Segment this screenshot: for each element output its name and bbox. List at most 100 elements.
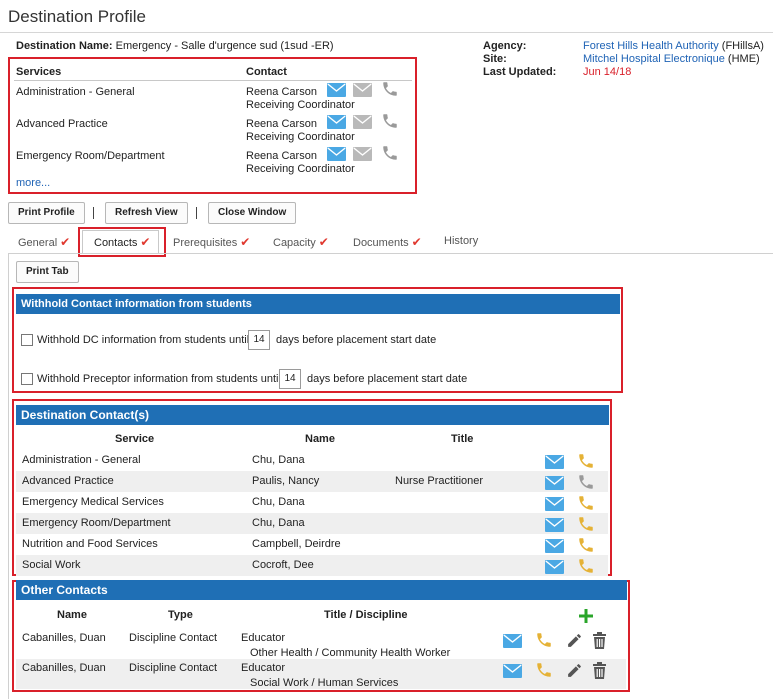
- service-name: Advanced Practice: [16, 118, 108, 130]
- oc-type-column-header: Type: [168, 609, 193, 621]
- oc-title: Educator: [241, 632, 286, 644]
- mail-icon[interactable]: [545, 455, 564, 469]
- tab-capacity[interactable]: Capacity ✔: [273, 235, 329, 249]
- add-contact-plus-icon[interactable]: [579, 609, 593, 623]
- checkmark-icon: ✔: [140, 235, 151, 249]
- withhold-dc-checkbox[interactable]: [21, 334, 33, 346]
- tab-label: History: [444, 235, 479, 247]
- oc-name: Cabanilles, Duan: [22, 662, 106, 674]
- tab-general[interactable]: General ✔: [18, 235, 70, 249]
- print-tab-button[interactable]: Print Tab: [16, 261, 79, 283]
- mail-icon[interactable]: [327, 147, 346, 161]
- contact-role: Receiving Coordinator: [246, 99, 355, 111]
- mail-icon[interactable]: [503, 634, 522, 648]
- services-more-link[interactable]: more...: [16, 177, 50, 189]
- mail-icon[interactable]: [545, 539, 564, 553]
- site-link[interactable]: Mitchel Hospital Electronique: [583, 53, 725, 65]
- page-title: Destination Profile: [8, 7, 146, 26]
- contact-role: Receiving Coordinator: [246, 163, 355, 175]
- phone-icon[interactable]: [577, 536, 595, 554]
- phone-icon[interactable]: [381, 80, 399, 98]
- dc-name: Chu, Dana: [252, 496, 305, 508]
- dc-title: Nurse Practitioner: [395, 475, 484, 487]
- edit-pencil-icon[interactable]: [566, 632, 583, 649]
- oc-type: Discipline Contact: [129, 662, 218, 674]
- phone-icon[interactable]: [381, 112, 399, 130]
- mail-icon[interactable]: [545, 476, 564, 490]
- tab-label: Prerequisites: [173, 237, 238, 249]
- withhold-preceptor-days-input[interactable]: 14: [279, 369, 301, 389]
- phone-icon[interactable]: [577, 515, 595, 533]
- tab-prerequisites[interactable]: Prerequisites ✔: [173, 235, 250, 249]
- print-profile-button[interactable]: Print Profile: [8, 202, 85, 224]
- mail-icon[interactable]: [327, 83, 346, 97]
- oc-title-column-header: Title / Discipline: [324, 609, 408, 621]
- delete-trash-icon[interactable]: [592, 662, 607, 679]
- tab-contacts[interactable]: Contacts ✔: [94, 235, 150, 249]
- title-divider: [0, 32, 773, 33]
- destination-name-value: Emergency - Salle d'urgence sud (1sud -E…: [115, 40, 334, 52]
- site-label: Site:: [483, 53, 507, 65]
- edit-pencil-icon[interactable]: [566, 662, 583, 679]
- last-updated-value: Jun 14/18: [583, 66, 632, 78]
- withhold-dc-text: Withhold DC information from students un…: [37, 334, 250, 346]
- tab-label: General: [18, 237, 58, 249]
- content-frame-left: [8, 253, 9, 699]
- phone-icon[interactable]: [535, 631, 553, 649]
- destination-contacts-header: Destination Contact(s): [16, 405, 609, 425]
- refresh-view-button[interactable]: Refresh View: [105, 202, 188, 224]
- tab-documents[interactable]: Documents ✔: [353, 235, 422, 249]
- mail-icon[interactable]: [503, 664, 522, 678]
- tab-history[interactable]: History: [444, 235, 478, 247]
- destination-name-line: Destination Name: Emergency - Salle d'ur…: [16, 40, 334, 52]
- mail-icon[interactable]: [353, 115, 372, 129]
- mail-icon[interactable]: [545, 497, 564, 511]
- checkmark-icon: ✔: [411, 235, 422, 249]
- dc-name: Chu, Dana: [252, 517, 305, 529]
- withhold-preceptor-text: Withhold Preceptor information from stud…: [37, 373, 281, 385]
- dc-service: Nutrition and Food Services: [22, 538, 158, 550]
- phone-icon[interactable]: [577, 473, 595, 491]
- site-code: (HME): [727, 53, 760, 65]
- agency-label: Agency:: [483, 40, 527, 52]
- tab-label: Capacity: [273, 237, 316, 249]
- withhold-dc-suffix: days before placement start date: [276, 334, 437, 346]
- oc-discipline: Other Health / Community Health Worker: [250, 647, 451, 659]
- mail-icon[interactable]: [545, 560, 564, 574]
- agency-code: (FHillsA): [721, 40, 764, 52]
- close-window-button[interactable]: Close Window: [208, 202, 297, 224]
- contact-name: Reena Carson: [246, 118, 317, 130]
- dc-name-column-header: Name: [305, 433, 335, 445]
- mail-icon[interactable]: [353, 83, 372, 97]
- delete-trash-icon[interactable]: [592, 632, 607, 649]
- withhold-dc-days-input[interactable]: 14: [248, 330, 270, 350]
- dc-service: Administration - General: [22, 454, 141, 466]
- mail-icon[interactable]: [327, 115, 346, 129]
- phone-icon[interactable]: [535, 661, 553, 679]
- destination-name-label: Destination Name:: [16, 40, 113, 52]
- dc-service: Advanced Practice: [22, 475, 114, 487]
- contact-column-header: Contact: [246, 66, 287, 78]
- service-name: Emergency Room/Department: [16, 150, 165, 162]
- agency-line: Forest Hills Health Authority (FHillsA): [583, 40, 764, 52]
- oc-discipline: Social Work / Human Services: [250, 677, 399, 689]
- contact-name: Reena Carson: [246, 86, 317, 98]
- oc-name: Cabanilles, Duan: [22, 632, 106, 644]
- phone-icon[interactable]: [577, 557, 595, 575]
- phone-icon[interactable]: [577, 494, 595, 512]
- oc-type: Discipline Contact: [129, 632, 218, 644]
- mail-icon[interactable]: [353, 147, 372, 161]
- dc-service: Emergency Medical Services: [22, 496, 164, 508]
- mail-icon[interactable]: [545, 518, 564, 532]
- dc-name: Paulis, Nancy: [252, 475, 320, 487]
- phone-icon[interactable]: [381, 144, 399, 162]
- withhold-preceptor-suffix: days before placement start date: [307, 373, 468, 385]
- tab-strip-rule: [8, 253, 773, 254]
- withhold-preceptor-checkbox[interactable]: [21, 373, 33, 385]
- tab-label: Contacts: [94, 237, 138, 249]
- contact-name: Reena Carson: [246, 150, 317, 162]
- toolbar-separator: [196, 207, 197, 219]
- agency-link[interactable]: Forest Hills Health Authority: [583, 40, 719, 52]
- phone-icon[interactable]: [577, 452, 595, 470]
- dc-name: Chu, Dana: [252, 454, 305, 466]
